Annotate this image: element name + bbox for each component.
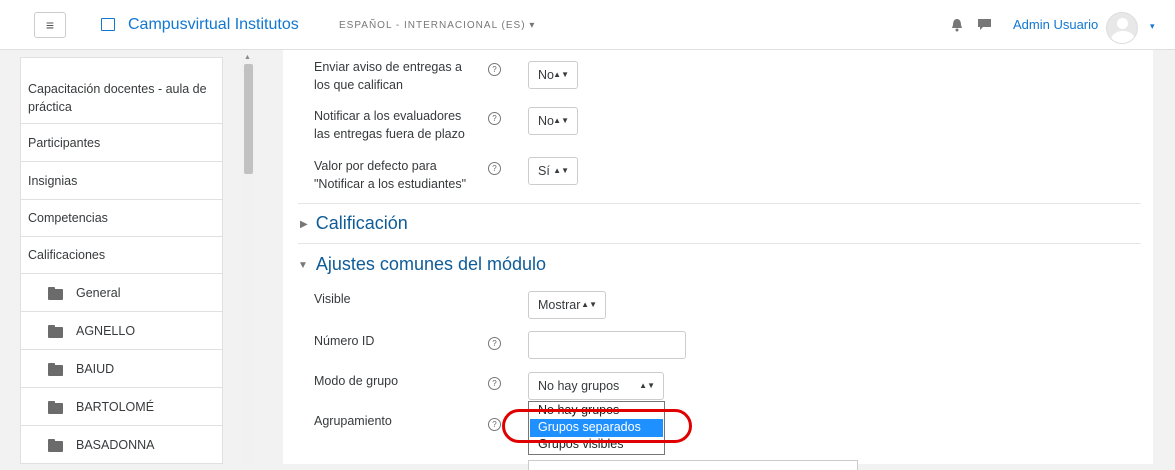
sidebar-item-basadonna[interactable]: BASADONNA xyxy=(21,426,222,463)
sidebar-item-course[interactable]: Capacitación docentes - aula de práctica xyxy=(21,58,222,124)
caret-down-icon: ▼ xyxy=(298,260,308,271)
sidebar-scroll-thumb[interactable] xyxy=(244,64,253,174)
grouping-select[interactable] xyxy=(528,460,858,470)
sidebar-item-bartolome[interactable]: BARTOLOMÉ xyxy=(21,388,222,426)
notify-graders-select[interactable]: No ▲▼ xyxy=(528,61,578,89)
select-arrows-icon: ▲▼ xyxy=(553,70,569,79)
avatar[interactable] xyxy=(1106,12,1138,44)
folder-icon xyxy=(48,363,63,376)
user-menu-name[interactable]: Admin Usuario xyxy=(1013,17,1098,32)
sidebar-item-label: General xyxy=(76,286,121,300)
sidebar-item-label: Participantes xyxy=(28,136,101,150)
section-ajustes-comunes[interactable]: ▼ Ajustes comunes del módulo xyxy=(298,254,546,275)
id-number-input[interactable] xyxy=(528,331,686,359)
help-icon[interactable]: ? xyxy=(488,337,501,350)
sidebar-item-general[interactable]: General xyxy=(21,274,222,312)
select-arrows-icon: ▲▼ xyxy=(553,116,569,125)
folder-icon xyxy=(48,439,63,452)
sidebar-item-participants[interactable]: Participantes xyxy=(21,124,222,162)
sidebar-item-label: BAIUD xyxy=(76,362,115,376)
select-arrows-icon: ▲▼ xyxy=(553,166,569,175)
sidebar-item-grades[interactable]: Calificaciones xyxy=(21,237,222,274)
top-navbar: ≡ Campusvirtual Institutos ESPAÑOL - INT… xyxy=(0,0,1175,50)
help-icon[interactable]: ? xyxy=(488,418,501,431)
help-icon[interactable]: ? xyxy=(488,377,501,390)
help-icon[interactable]: ? xyxy=(488,162,501,175)
sidebar-item-label: BARTOLOMÉ xyxy=(76,400,155,414)
language-selector[interactable]: ESPAÑOL - INTERNACIONAL (ES) ▾ xyxy=(339,20,535,31)
sidebar-item-baiud[interactable]: BAIUD xyxy=(21,350,222,388)
help-icon[interactable]: ? xyxy=(488,63,501,76)
sidebar-item-label: AGNELLO xyxy=(76,324,136,338)
notify-graders-label: Enviar aviso de entregas a los que calif… xyxy=(314,60,463,92)
user-menu-chevron-icon[interactable]: ▾ xyxy=(1150,21,1155,32)
folder-icon xyxy=(48,325,63,338)
id-number-label: Número ID xyxy=(314,334,375,348)
group-mode-select[interactable]: No hay grupos ▲▼ xyxy=(528,372,664,400)
hamburger-icon: ≡ xyxy=(45,17,55,33)
select-arrows-icon: ▲▼ xyxy=(581,300,597,309)
notify-students-select[interactable]: Sí ▲▼ xyxy=(528,157,578,185)
site-name-link[interactable]: Campusvirtual Institutos xyxy=(128,16,299,34)
message-icon[interactable] xyxy=(978,19,991,31)
folder-icon xyxy=(48,401,63,414)
sidebar-item-competencies[interactable]: Competencias xyxy=(21,200,222,237)
notify-late-label: Notificar a los evaluadores las entregas… xyxy=(314,109,465,141)
sidebar-item-label: Capacitación docentes - aula de práctica xyxy=(28,82,207,114)
notify-late-select[interactable]: No ▲▼ xyxy=(528,107,578,135)
section-calificacion[interactable]: ▶ Calificación xyxy=(300,213,408,234)
sidebar-item-label: Calificaciones xyxy=(28,248,106,262)
highlight-annotation xyxy=(502,409,692,443)
sidebar-item-label: Competencias xyxy=(28,211,108,225)
sidebar-item-label: Insignias xyxy=(28,174,78,188)
visible-label: Visible xyxy=(314,292,351,306)
scroll-up-arrow-icon[interactable]: ▲ xyxy=(244,54,251,61)
divider xyxy=(298,203,1141,204)
select-arrows-icon: ▲▼ xyxy=(639,381,655,390)
notify-students-label: Valor por defecto para "Notificar a los … xyxy=(314,159,467,191)
sidebar-item-label: BASADONNA xyxy=(76,438,155,452)
caret-right-icon: ▶ xyxy=(300,219,308,230)
hamburger-menu-button[interactable]: ≡ xyxy=(34,12,66,38)
course-sidebar: Capacitación docentes - aula de práctica… xyxy=(20,57,223,464)
divider xyxy=(298,243,1141,244)
site-icon xyxy=(101,18,115,31)
sidebar-item-agnello[interactable]: AGNELLO xyxy=(21,312,222,350)
bell-icon[interactable] xyxy=(951,18,963,32)
grouping-label: Agrupamiento xyxy=(314,414,392,428)
group-mode-label: Modo de grupo xyxy=(314,374,399,388)
chevron-down-icon: ▾ xyxy=(529,20,536,31)
help-icon[interactable]: ? xyxy=(488,112,501,125)
folder-icon xyxy=(48,287,63,300)
sidebar-item-badges[interactable]: Insignias xyxy=(21,162,222,200)
visible-select[interactable]: Mostrar ▲▼ xyxy=(528,291,606,319)
